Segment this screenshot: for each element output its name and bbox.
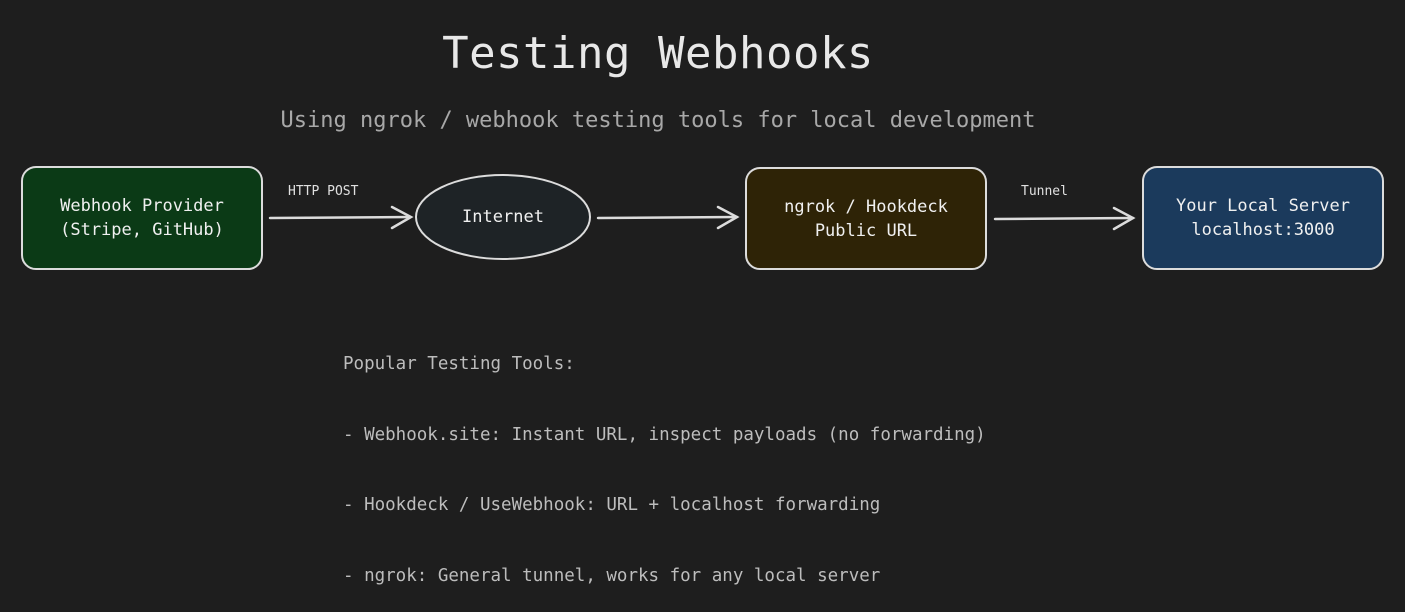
testing-tools-notes: Popular Testing Tools: - Webhook.site: I… xyxy=(343,306,986,612)
node-local-server-line1: Your Local Server xyxy=(1176,196,1350,216)
node-webhook-provider-line2: (Stripe, GitHub) xyxy=(60,220,224,240)
edge-label-tunnel: Tunnel xyxy=(1021,184,1068,199)
node-webhook-provider-label: Webhook Provider (Stripe, GitHub) xyxy=(22,167,262,269)
node-internet-label: Internet xyxy=(416,175,590,259)
arrow-internet-to-ngrok xyxy=(596,205,740,230)
notes-item: - Webhook.site: Instant URL, inspect pay… xyxy=(343,424,986,445)
node-local-server-line2: localhost:3000 xyxy=(1191,220,1335,240)
node-webhook-provider-line1: Webhook Provider xyxy=(60,196,224,216)
node-local-server-label: Your Local Server localhost:3000 xyxy=(1143,167,1383,269)
notes-item: - ngrok: General tunnel, works for any l… xyxy=(343,565,881,586)
node-ngrok-hookdeck-line1: ngrok / Hookdeck xyxy=(784,196,948,217)
arrow-ngrok-to-server xyxy=(993,206,1136,231)
notes-heading: Popular Testing Tools: xyxy=(343,354,575,374)
notes-item: - Hookdeck / UseWebhook: URL + localhost… xyxy=(343,495,881,515)
edge-label-http-post: HTTP POST xyxy=(288,184,359,199)
node-ngrok-hookdeck-line2: Public URL xyxy=(814,220,918,241)
node-ngrok-hookdeck-label: ngrok / Hookdeck Public URL xyxy=(746,168,986,269)
arrow-provider-to-internet xyxy=(268,205,414,230)
node-internet-line1: Internet xyxy=(462,207,544,227)
